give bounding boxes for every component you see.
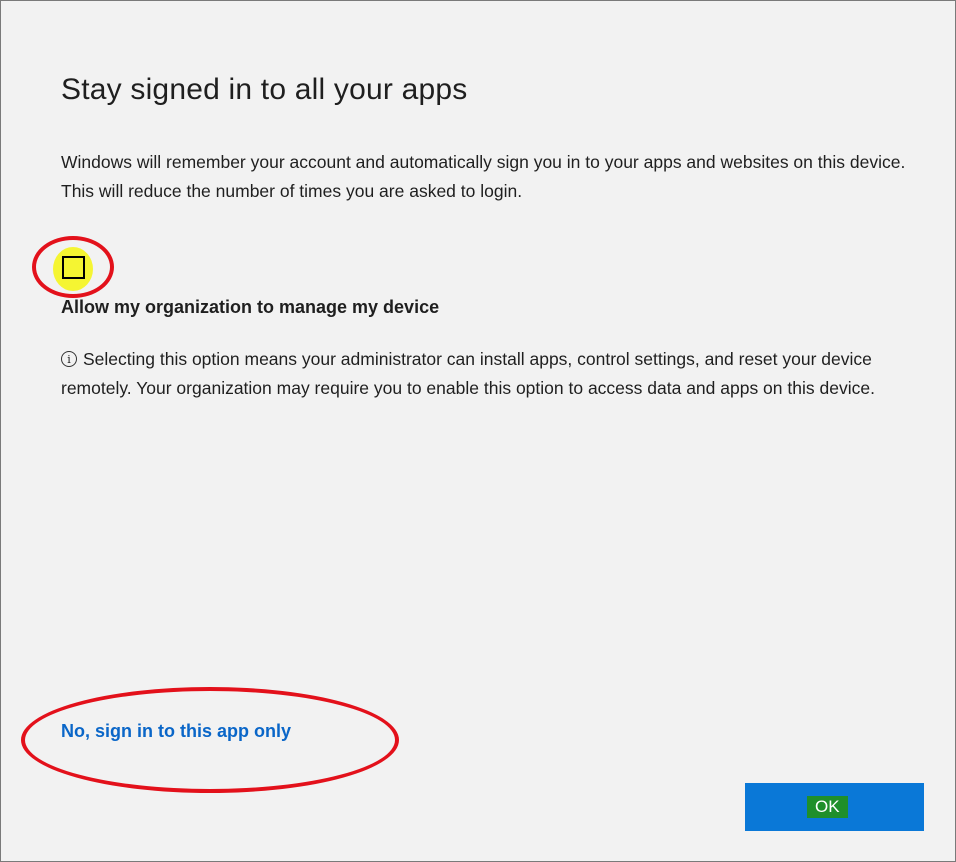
sign-in-this-app-only-link[interactable]: No, sign in to this app only [61,721,291,742]
ok-button-label: OK [807,796,848,818]
info-icon: i [61,351,77,367]
manage-device-checkbox[interactable] [62,256,85,279]
info-text: Selecting this option means your adminis… [61,349,875,398]
info-text-block: i Selecting this option means your admini… [61,345,931,403]
dialog-description: Windows will remember your account and a… [61,152,906,201]
dialog-title: Stay signed in to all your apps [61,73,468,106]
manage-device-label[interactable]: Allow my organization to manage my devic… [61,297,439,318]
sign-in-dialog: Stay signed in to all your apps Windows … [0,0,956,862]
ok-button[interactable]: OK [745,783,924,831]
